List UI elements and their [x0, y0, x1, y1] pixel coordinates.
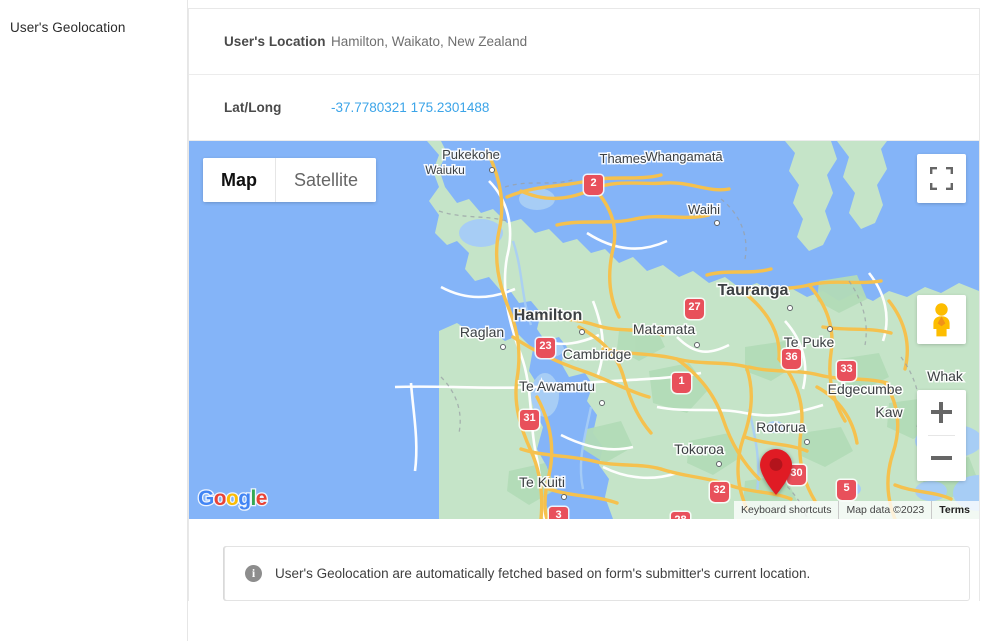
map-road-shield: 27	[685, 299, 704, 319]
fullscreen-icon	[930, 167, 953, 190]
field-content-column: User's Location Hamilton, Waikato, New Z…	[188, 0, 987, 641]
zoom-out-button[interactable]	[917, 436, 966, 481]
notice-text: User's Geolocation are automatically fet…	[275, 566, 810, 581]
info-icon: i	[245, 565, 262, 582]
map-attribution-bar: Keyboard shortcuts Map data ©2023 Terms	[734, 501, 979, 519]
map-city-dot	[500, 344, 506, 350]
street-view-pegman-button[interactable]	[917, 295, 966, 344]
geolocation-field-panel: User's Geolocation User's Location Hamil…	[0, 0, 987, 641]
google-logo-letter-o1: o	[214, 487, 226, 510]
map-road-shield: 3	[549, 507, 568, 519]
map-city-dot	[579, 329, 585, 335]
user-location-marker[interactable]	[759, 448, 793, 497]
users-location-value: Hamilton, Waikato, New Zealand	[331, 34, 527, 49]
geolocation-info-notice: i User's Geolocation are automatically f…	[224, 546, 970, 601]
map-type-satellite-button[interactable]: Satellite	[275, 158, 376, 202]
map-type-control[interactable]: Map Satellite	[203, 158, 376, 202]
map-road-shield: 36	[782, 349, 801, 369]
pegman-icon	[928, 302, 955, 338]
map-data-copyright: Map data ©2023	[838, 501, 931, 519]
map-city-dot	[694, 342, 700, 348]
map-road-shield: 33	[837, 361, 856, 381]
latlong-row: Lat/Long -37.7780321 175.2301488	[189, 75, 979, 141]
google-map[interactable]: PukekoheWaiukuThamesWhangamatāWaihiTaura…	[189, 141, 979, 519]
map-city-dot	[599, 400, 605, 406]
map-road-shield: 23	[536, 338, 555, 358]
map-city-dot	[489, 167, 495, 173]
map-road-shield: 1	[672, 373, 691, 393]
google-logo-letter-e: e	[256, 487, 267, 510]
google-logo-letter-o2: o	[226, 487, 238, 510]
map-city-dot	[827, 326, 833, 332]
terms-link[interactable]: Terms	[931, 501, 979, 519]
geolocation-card: User's Location Hamilton, Waikato, New Z…	[188, 8, 980, 601]
map-road-shield: 32	[710, 482, 729, 502]
zoom-control[interactable]	[917, 390, 966, 481]
latlong-value-link[interactable]: -37.7780321 175.2301488	[331, 100, 489, 115]
keyboard-shortcuts-link[interactable]: Keyboard shortcuts	[734, 501, 838, 519]
page-title: User's Geolocation	[10, 18, 175, 37]
map-city-dot	[804, 439, 810, 445]
field-label-column: User's Geolocation	[0, 0, 188, 641]
map-city-dot	[787, 305, 793, 311]
latlong-key: Lat/Long	[224, 100, 331, 115]
users-location-key: User's Location	[224, 34, 331, 49]
google-logo-letter-g1: G	[198, 487, 214, 510]
notice-area: i User's Geolocation are automatically f…	[189, 519, 979, 601]
map-type-map-button[interactable]: Map	[203, 158, 275, 202]
map-city-dot	[561, 494, 567, 500]
map-city-dot	[716, 461, 722, 467]
map-road-shield: 28	[671, 512, 690, 519]
fullscreen-button[interactable]	[917, 154, 966, 203]
google-logo[interactable]: Google	[198, 487, 267, 511]
map-city-dot	[714, 220, 720, 226]
zoom-in-button[interactable]	[917, 390, 966, 435]
map-road-shield: 2	[584, 175, 603, 195]
users-location-row: User's Location Hamilton, Waikato, New Z…	[189, 9, 979, 75]
map-road-shield: 31	[520, 410, 539, 430]
map-road-shield: 5	[837, 480, 856, 500]
google-logo-letter-g2: g	[238, 487, 250, 510]
